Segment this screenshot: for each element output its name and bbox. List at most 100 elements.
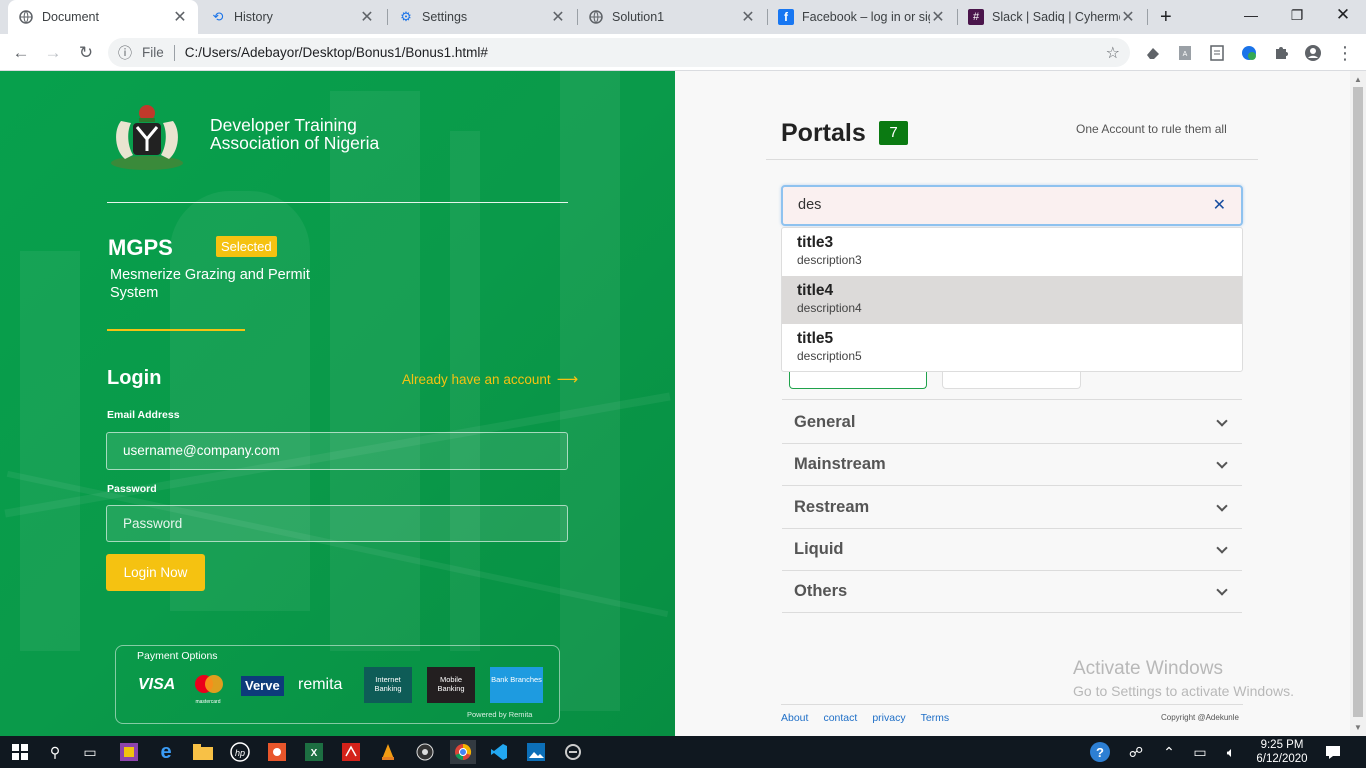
portals-panel: Portals 7 One Account to rule them all d… <box>675 71 1350 736</box>
scroll-up-icon[interactable]: ▲ <box>1354 75 1362 84</box>
close-tab-icon[interactable]: ✕ <box>930 7 946 27</box>
office-icon[interactable] <box>265 740 289 764</box>
tab-title: History <box>234 10 273 24</box>
restore-button[interactable]: ❐ <box>1274 0 1320 30</box>
email-field[interactable]: username@company.com <box>106 432 568 470</box>
clock-date: 6/12/2020 <box>1256 753 1308 765</box>
windows-start-icon[interactable] <box>8 740 32 764</box>
scroll-down-icon[interactable]: ▼ <box>1354 723 1362 732</box>
back-arrow-icon[interactable]: ← <box>8 40 34 66</box>
tab-history[interactable]: ⟲ History ✕ <box>200 0 385 34</box>
link-text: Already have an account <box>402 371 551 387</box>
page-scrollbar[interactable]: ▲ ▼ <box>1350 71 1366 736</box>
close-tab-icon[interactable]: ✕ <box>172 7 188 27</box>
search-result-item[interactable]: title3 description3 <box>782 228 1242 276</box>
photos-icon[interactable] <box>524 740 548 764</box>
section-mainstream[interactable]: Mainstream <box>782 444 1242 486</box>
tagline: One Account to rule them all <box>1076 122 1227 136</box>
already-have-account-link[interactable]: Already have an account ⟶ <box>402 370 578 388</box>
chevron-down-icon <box>1216 414 1228 427</box>
reload-icon[interactable]: ↻ <box>73 40 99 66</box>
tab-facebook[interactable]: f Facebook – log in or sig ✕ <box>768 0 956 34</box>
new-tab-button[interactable]: + <box>1150 0 1180 34</box>
scrollbar-thumb[interactable] <box>1353 87 1363 717</box>
result-title: title5 <box>797 330 834 347</box>
menu-kebab-icon[interactable]: ⋮ <box>1332 40 1358 66</box>
task-view-icon[interactable]: ▭ <box>78 740 102 764</box>
profile-avatar-icon[interactable] <box>1300 40 1326 66</box>
search-result-item[interactable]: title5 description5 <box>782 324 1242 372</box>
search-result-item-highlighted[interactable]: title4 description4 <box>782 276 1242 324</box>
close-window-button[interactable]: ✕ <box>1320 0 1366 30</box>
tab-title: Settings <box>422 10 468 24</box>
address-bar[interactable]: ⓘ File C:/Users/Adebayor/Desktop/Bonus1/… <box>108 38 1130 67</box>
pdf-extension-icon[interactable]: A <box>1172 40 1198 66</box>
footer-link-terms[interactable]: Terms <box>921 712 950 724</box>
volume-icon[interactable]: 🔈︎ <box>1219 740 1243 764</box>
tab-document[interactable]: Document ✕ <box>8 0 198 34</box>
login-now-button[interactable]: Login Now <box>106 554 205 591</box>
close-tab-icon[interactable]: ✕ <box>359 7 375 27</box>
chrome-icon[interactable] <box>450 740 476 764</box>
login-panel: Developer Training Association of Nigeri… <box>0 71 675 736</box>
system-clock[interactable]: 9:25 PM 6/12/2020 <box>1254 738 1310 766</box>
mastercard-logo: mastercard <box>194 674 223 705</box>
notifications-icon[interactable] <box>1321 740 1345 764</box>
footer-link-privacy[interactable]: privacy <box>872 712 905 724</box>
vlc-icon[interactable] <box>376 740 400 764</box>
star-icon[interactable]: ☆ <box>1106 43 1120 63</box>
copyright: Copyright @Adekunle <box>1161 713 1239 722</box>
internet-banking-badge: Internet Banking <box>364 667 412 703</box>
tab-settings[interactable]: ⚙ Settings ✕ <box>388 0 576 34</box>
visa-logo: VISA <box>138 676 176 693</box>
browser-tab-strip: Document ✕ ⟲ History ✕ ⚙ Settings ✕ Solu… <box>0 0 1366 34</box>
section-others[interactable]: Others <box>782 571 1242 613</box>
puzzle-extensions-icon[interactable] <box>1268 40 1294 66</box>
hp-icon[interactable]: hp <box>228 740 252 764</box>
tab-slack[interactable]: # Slack | Sadiq | Cyherme ✕ <box>958 0 1146 34</box>
result-description: description3 <box>797 253 862 267</box>
minimize-button[interactable]: — <box>1228 0 1274 30</box>
accent-divider <box>107 329 245 331</box>
section-restream[interactable]: Restream <box>782 487 1242 529</box>
info-icon[interactable]: ⓘ <box>108 43 142 63</box>
translate-extension-icon[interactable] <box>1236 40 1262 66</box>
vscode-icon[interactable] <box>487 740 511 764</box>
acrobat-icon[interactable] <box>339 740 363 764</box>
search-text: des <box>798 197 822 213</box>
close-tab-icon[interactable]: ✕ <box>550 7 566 27</box>
media-app-icon[interactable] <box>413 740 437 764</box>
windows-taskbar: ⚲ ▭ e hp X ? ☍ ⌃ ▭ 🔈︎ 9:25 PM 6/12/2020 <box>0 736 1366 768</box>
password-field[interactable]: Password <box>106 505 568 542</box>
network-icon[interactable]: ▭ <box>1188 740 1212 764</box>
document-extension-icon[interactable] <box>1204 40 1230 66</box>
excel-icon[interactable]: X <box>302 740 326 764</box>
clear-search-icon[interactable]: ✕ <box>1213 195 1226 215</box>
search-icon[interactable]: ⚲ <box>43 740 67 764</box>
close-tab-icon[interactable]: ✕ <box>1120 7 1136 27</box>
forward-arrow-icon[interactable]: → <box>40 40 66 66</box>
section-label: Liquid <box>794 540 844 558</box>
globe-icon <box>18 9 34 25</box>
app-icon[interactable] <box>561 740 585 764</box>
search-results-dropdown: title3 description3 title4 description4 … <box>781 227 1243 372</box>
app-code: MGPS <box>108 235 173 260</box>
tab-solution1[interactable]: Solution1 ✕ <box>578 0 766 34</box>
file-explorer-icon[interactable] <box>191 740 215 764</box>
section-general[interactable]: General <box>782 402 1242 444</box>
eraser-extension-icon[interactable] <box>1140 40 1166 66</box>
chevron-up-icon[interactable]: ⌃ <box>1157 740 1181 764</box>
tab-title: Facebook – log in or sig <box>802 10 930 24</box>
close-tab-icon[interactable]: ✕ <box>740 7 756 27</box>
footer-link-contact[interactable]: contact <box>823 712 857 724</box>
section-liquid[interactable]: Liquid <box>782 529 1242 571</box>
section-label: Others <box>794 582 848 600</box>
chevron-down-icon <box>1216 456 1228 469</box>
portal-search-input[interactable]: des ✕ <box>781 185 1243 226</box>
app-icon-colorful[interactable] <box>117 740 141 764</box>
email-label: Email Address <box>107 409 180 421</box>
edge-browser-icon[interactable]: e <box>154 740 178 764</box>
footer-link-about[interactable]: About <box>781 712 808 724</box>
help-icon[interactable]: ? <box>1088 740 1112 764</box>
people-icon[interactable]: ☍ <box>1124 740 1148 764</box>
